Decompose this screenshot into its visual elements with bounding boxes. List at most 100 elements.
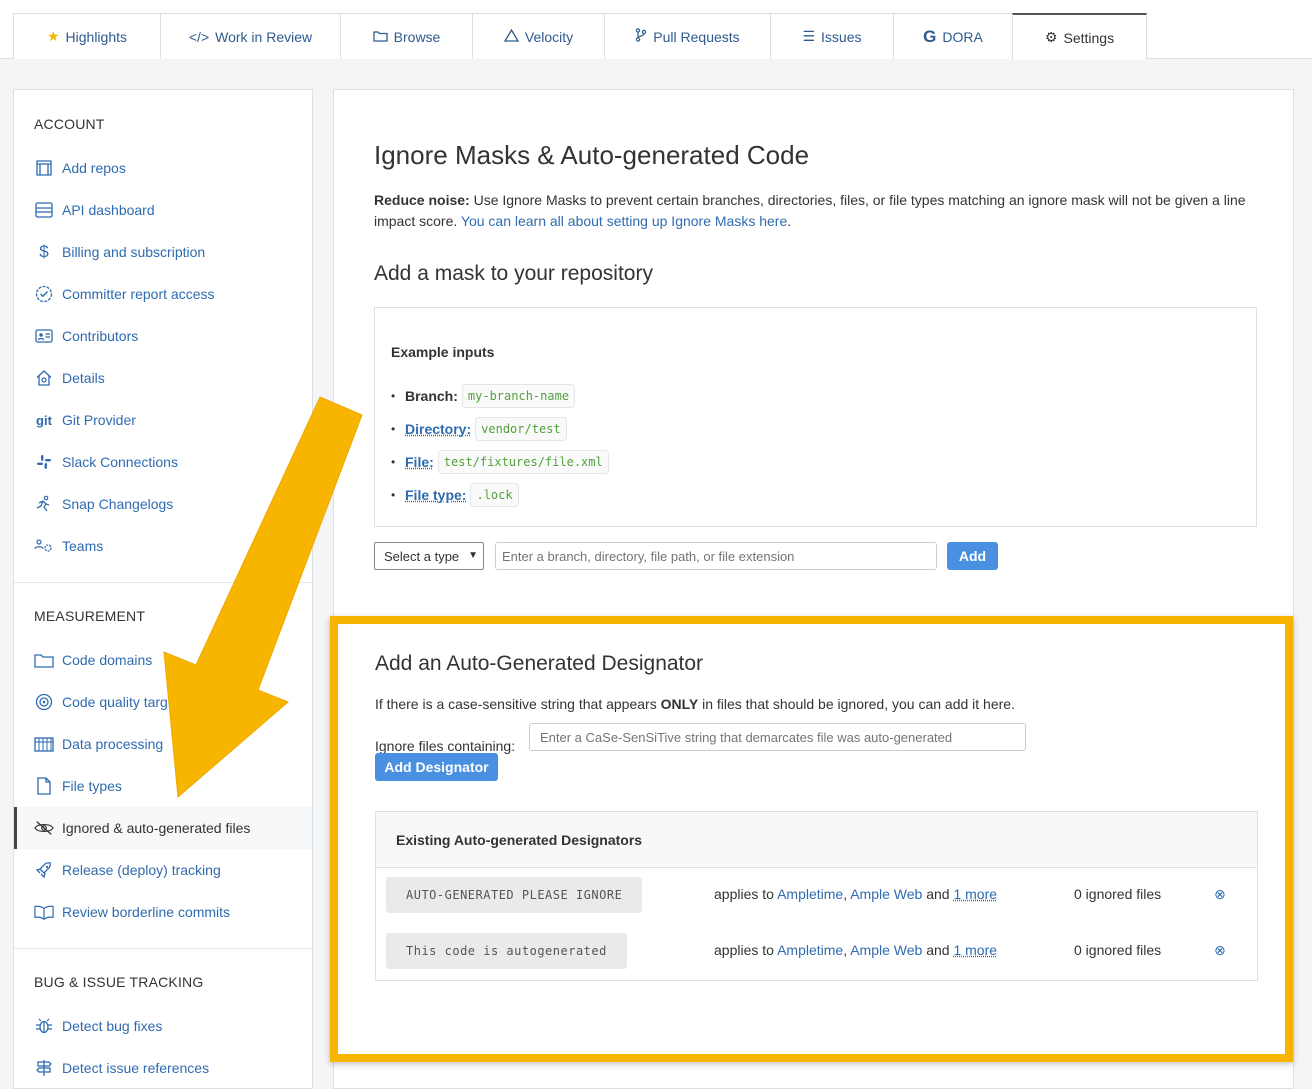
sidebar-item-data-processing[interactable]: Data processing <box>14 723 312 765</box>
ignore-files-label: Ignore files containing: <box>375 738 515 754</box>
sidebar-item-review-borderline-commits[interactable]: Review borderline commits <box>14 891 312 933</box>
star-icon: ★ <box>47 28 60 45</box>
more-repos-link[interactable]: 1 more <box>953 886 997 902</box>
sidebar-section-account: ACCOUNT <box>34 116 105 132</box>
bug-icon <box>34 1016 54 1036</box>
designator-applies: applies to Ampletime, Ample Web and 1 mo… <box>714 886 997 902</box>
sidebar-divider <box>14 582 312 583</box>
sidebar-item-detect-bug-fixes[interactable]: Detect bug fixes <box>14 1005 312 1047</box>
example-inputs-box: Example inputs • Branch: my-branch-name … <box>374 307 1257 527</box>
example-file-type: • File type: .lock <box>391 482 519 508</box>
sidebar-item-detect-issue-references[interactable]: Detect issue references <box>14 1047 312 1089</box>
calendar-grid-icon <box>34 734 54 754</box>
example-file: • File: test/fixtures/file.xml <box>391 449 609 475</box>
tab-settings[interactable]: ⚙ Settings <box>1012 13 1147 60</box>
table-row: AUTO-GENERATED PLEASE IGNORE applies to … <box>376 875 1257 915</box>
list-check-icon: ☰ <box>802 28 815 45</box>
id-card-icon <box>34 326 54 346</box>
mask-value-input[interactable] <box>495 542 937 570</box>
rocket-icon <box>34 860 54 880</box>
designator-input[interactable] <box>529 723 1026 751</box>
sidebar-divider <box>14 948 312 949</box>
team-icon <box>34 536 54 556</box>
designator-applies: applies to Ampletime, Ample Web and 1 mo… <box>714 942 997 958</box>
sidebar-section-measurement: MEASUREMENT <box>34 608 145 624</box>
repo-link[interactable]: Ample Web <box>850 886 922 902</box>
server-icon <box>34 200 54 220</box>
remove-circle-icon[interactable]: ⊗ <box>1214 942 1226 959</box>
example-branch: • Branch: my-branch-name <box>391 383 575 409</box>
git-branch-icon <box>635 28 647 45</box>
code-icon: </> <box>189 29 209 45</box>
sidebar-item-api-dashboard[interactable]: API dashboard <box>14 189 312 231</box>
folder-icon <box>373 29 388 45</box>
tab-velocity[interactable]: Velocity <box>472 13 605 59</box>
example-inputs-title: Example inputs <box>391 344 494 360</box>
sidebar-item-details[interactable]: Details <box>14 357 312 399</box>
tab-issues[interactable]: ☰ Issues <box>770 13 894 59</box>
tab-work-in-review[interactable]: </> Work in Review <box>160 13 341 59</box>
sidebar-item-add-repos[interactable]: Add repos <box>14 147 312 189</box>
sidebar-item-snap-changelogs[interactable]: Snap Changelogs <box>14 483 312 525</box>
auto-generated-designator-section: Add an Auto-Generated Designator If ther… <box>330 616 1293 1062</box>
settings-sidebar: ACCOUNT Add repos API dashboard $ Billin… <box>13 89 313 1089</box>
more-repos-link[interactable]: 1 more <box>953 942 997 958</box>
slack-icon <box>34 452 54 472</box>
existing-designators-title: Existing Auto-generated Designators <box>376 812 1257 868</box>
existing-designators-table: Existing Auto-generated Designators AUTO… <box>375 811 1258 981</box>
main-panel: Ignore Masks & Auto-generated Code Reduc… <box>333 89 1294 1089</box>
tab-pull-requests[interactable]: Pull Requests <box>604 13 771 59</box>
sidebar-item-code-quality-targets[interactable]: Code quality targe <box>14 681 312 723</box>
dollar-icon: $ <box>34 242 54 262</box>
sidebar-item-git-provider[interactable]: git Git Provider <box>14 399 312 441</box>
ignored-count: 0 ignored files <box>1074 942 1161 958</box>
ignored-count: 0 ignored files <box>1074 886 1161 902</box>
tab-browse[interactable]: Browse <box>340 13 473 59</box>
sidebar-item-release-tracking[interactable]: Release (deploy) tracking <box>14 849 312 891</box>
sidebar-item-teams[interactable]: Teams <box>14 525 312 567</box>
designator-code: AUTO-GENERATED PLEASE IGNORE <box>386 877 642 913</box>
target-icon <box>34 692 54 712</box>
sidebar-item-billing[interactable]: $ Billing and subscription <box>14 231 312 273</box>
running-icon <box>34 494 54 514</box>
sidebar-item-contributors[interactable]: Contributors <box>14 315 312 357</box>
sidebar-item-file-types[interactable]: File types <box>14 765 312 807</box>
signpost-icon <box>34 1058 54 1078</box>
sidebar-item-slack-connections[interactable]: Slack Connections <box>14 441 312 483</box>
intro-paragraph: Reduce noise: Use Ignore Masks to preven… <box>374 190 1254 232</box>
add-designator-button[interactable]: Add Designator <box>375 753 498 781</box>
remove-circle-icon[interactable]: ⊗ <box>1214 886 1226 903</box>
sidebar-item-code-domains[interactable]: Code domains <box>14 639 312 681</box>
repo-link[interactable]: Ample Web <box>850 942 922 958</box>
add-mask-button[interactable]: Add <box>947 542 998 570</box>
page-title: Ignore Masks & Auto-generated Code <box>374 140 809 171</box>
designator-code: This code is autogenerated <box>386 933 627 969</box>
eye-slash-icon <box>34 818 54 838</box>
git-icon: git <box>34 410 54 430</box>
mask-type-select[interactable]: Select a type ▼ <box>374 542 484 570</box>
repo-icon <box>34 158 54 178</box>
folder-icon <box>34 650 54 670</box>
table-row: This code is autogenerated applies to Am… <box>376 931 1257 971</box>
auto-generated-heading: Add an Auto-Generated Designator <box>375 652 703 676</box>
sidebar-section-bug-tracking: BUG & ISSUE TRACKING <box>34 974 203 990</box>
ignore-masks-help-link[interactable]: You can learn all about setting up Ignor… <box>461 213 787 229</box>
gear-icon: ⚙ <box>1045 29 1058 46</box>
triangle-icon <box>504 29 519 45</box>
repo-link[interactable]: Ampletime <box>777 886 843 902</box>
house-gear-icon <box>34 368 54 388</box>
tab-dora[interactable]: G DORA <box>893 13 1013 59</box>
chevron-down-icon: ▼ <box>468 550 478 561</box>
g-logo-icon: G <box>923 27 936 47</box>
add-mask-heading: Add a mask to your repository <box>374 262 653 286</box>
repo-link[interactable]: Ampletime <box>777 942 843 958</box>
sidebar-item-ignored-auto-generated[interactable]: Ignored & auto-generated files <box>14 807 312 849</box>
tab-highlights[interactable]: ★ Highlights <box>13 13 161 59</box>
file-icon <box>34 776 54 796</box>
sidebar-item-committer-report-access[interactable]: Committer report access <box>14 273 312 315</box>
example-directory: • Directory: vendor/test <box>391 416 567 442</box>
book-icon <box>34 902 54 922</box>
top-tab-bar: ★ Highlights </> Work in Review Browse V… <box>0 0 1312 59</box>
badge-check-icon <box>34 284 54 304</box>
auto-generated-description: If there is a case-sensitive string that… <box>375 696 1015 712</box>
